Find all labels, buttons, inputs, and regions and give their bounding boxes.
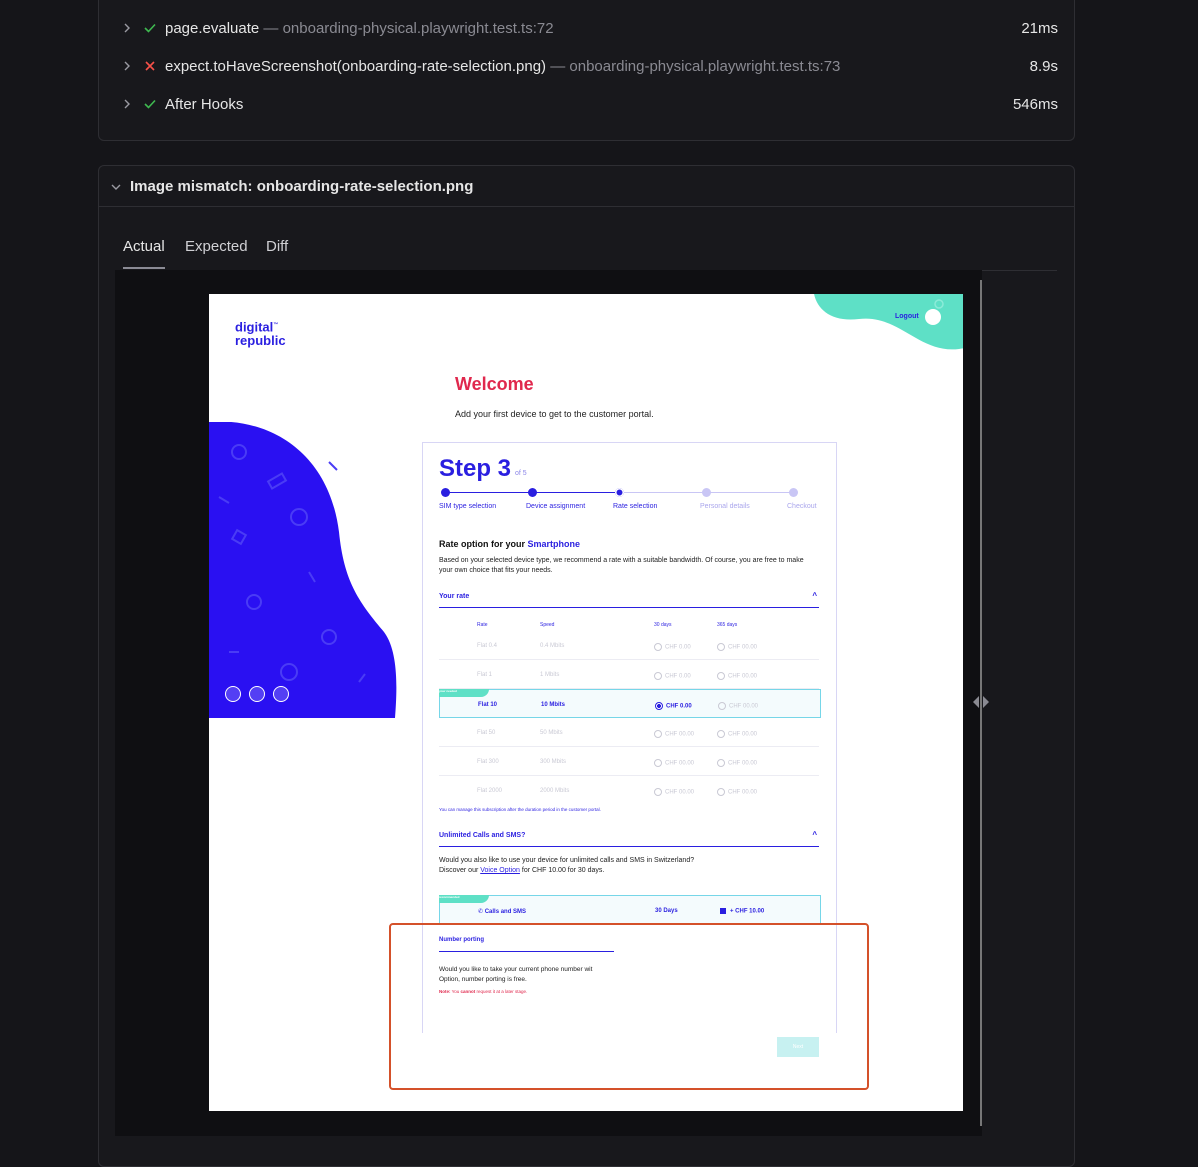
chevron-down-icon[interactable] (110, 181, 122, 193)
step-duration: 546ms (1012, 95, 1058, 113)
globe-icon[interactable] (225, 686, 241, 702)
column-header: Speed (540, 622, 555, 628)
your-rate-accordion[interactable]: Your rate ^ (439, 591, 819, 608)
check-icon (144, 23, 156, 33)
rate-row[interactable]: Flat 300 300 Mbits CHF 00.00 CHF 00.00 (439, 747, 819, 776)
progress-dot (789, 488, 798, 497)
step-row[interactable]: expect.toHaveScreenshot(onboarding-rate-… (99, 51, 1074, 81)
rate-row[interactable]: Flat 0.4 0.4 Mbits CHF 0.00 CHF 00.00 (439, 631, 819, 660)
chat-icon[interactable] (273, 686, 289, 702)
radio-button[interactable] (718, 702, 726, 710)
progress-dot (441, 488, 450, 497)
rate-row[interactable]: Flat 2000 2000 Mbits CHF 00.00 CHF 00.00 (439, 776, 819, 804)
calls-accordion[interactable]: Unlimited Calls and SMS? ^ (439, 830, 819, 847)
step-title: After Hooks (165, 95, 244, 113)
decorative-blob (209, 422, 397, 718)
step-row[interactable]: After Hooks 546ms (99, 89, 1074, 119)
step-title: expect.toHaveScreenshot(onboarding-rate-… (165, 57, 841, 75)
image-tabs: Actual Expected Diff (115, 228, 1057, 271)
image-viewer: digital™ republic Logout Welcome Add you… (115, 270, 989, 1136)
chevron-up-icon[interactable]: ^ (812, 591, 817, 600)
progress-label: Device assignment (526, 503, 586, 510)
step-count: of 5 (515, 470, 527, 477)
rate-row-selected[interactable]: your needed Flat 10 10 Mbits CHF 0.00 CHF… (439, 689, 821, 718)
progress-label: Rate selection (613, 503, 658, 510)
phone-icon: ✆ (478, 909, 485, 915)
footer-icons (225, 686, 289, 702)
radio-button[interactable] (717, 730, 725, 738)
rate-description: Based on your selected device type, we r… (439, 557, 804, 574)
progress-dot (528, 488, 537, 497)
rate-row[interactable]: Flat 11 Mbits CHF 0.00 CHF 00.00 (439, 660, 819, 689)
tab-expected[interactable]: Expected (185, 238, 248, 267)
help-icon[interactable] (249, 686, 265, 702)
progress-label: Checkout (787, 503, 817, 510)
checkbox-checked[interactable] (720, 908, 726, 914)
step-duration: 21ms (1021, 19, 1058, 37)
mismatch-header[interactable]: Image mismatch: onboarding-rate-selectio… (99, 166, 1074, 207)
recommended-badge: your needed (439, 689, 489, 697)
progress-dot (615, 488, 624, 497)
radio-button[interactable] (654, 730, 662, 738)
radio-button[interactable] (654, 788, 662, 796)
rate-heading: Rate option for your Smartphone (439, 539, 581, 549)
tab-diff[interactable]: Diff (266, 238, 288, 267)
chevron-up-icon[interactable]: ^ (812, 830, 817, 839)
step-title: page.evaluate — onboarding-physical.play… (165, 19, 554, 37)
brand-logo[interactable]: digital™ republic (235, 318, 286, 348)
column-header: Rate (477, 622, 488, 628)
page-title: Welcome (455, 374, 534, 394)
chevron-right-icon[interactable] (121, 98, 133, 110)
chevron-right-icon[interactable] (121, 60, 133, 72)
radio-button[interactable] (717, 759, 725, 767)
slider-handle-icon[interactable] (970, 694, 992, 710)
progress-dot (702, 488, 711, 497)
chevron-right-icon[interactable] (121, 22, 133, 34)
logout-link[interactable]: Logout (895, 313, 919, 320)
radio-button[interactable] (717, 672, 725, 680)
voice-option-link[interactable]: Voice Option (480, 867, 520, 874)
image-mismatch-panel: Image mismatch: onboarding-rate-selectio… (98, 165, 1075, 1167)
step-duration: 8.9s (1029, 57, 1058, 75)
step-row[interactable]: page.evaluate — onboarding-physical.play… (99, 13, 1074, 43)
check-icon (144, 99, 156, 109)
calls-description: Would you also like to use your device f… (439, 857, 695, 874)
recommended-badge: recommended (439, 895, 489, 903)
progress-label: Personal details (700, 503, 750, 510)
logout-icon[interactable] (925, 309, 941, 325)
radio-button[interactable] (654, 672, 662, 680)
test-steps-panel: page.evaluate — onboarding-physical.play… (98, 0, 1075, 141)
progress-label: SIM type selection (439, 503, 497, 510)
cross-icon (145, 61, 155, 71)
step-title: Step 3 (439, 455, 512, 482)
calls-sms-option[interactable]: recommended ✆ Calls and SMS 30 Days + CH… (439, 895, 821, 925)
rate-note: You can manage this subscription after t… (439, 807, 601, 812)
radio-button[interactable] (717, 788, 725, 796)
page-subtitle: Add your first device to get to the cust… (455, 409, 654, 419)
decorative-blob (814, 294, 963, 350)
column-header: 365 days (717, 622, 738, 628)
tab-actual[interactable]: Actual (123, 238, 165, 269)
radio-button[interactable] (717, 643, 725, 651)
radio-button[interactable] (654, 643, 662, 651)
radio-button[interactable] (654, 759, 662, 767)
radio-button-selected[interactable] (655, 702, 663, 710)
mismatch-title: Image mismatch: onboarding-rate-selectio… (130, 177, 474, 195)
mismatch-highlight (389, 923, 869, 1090)
column-header: 30 days (654, 622, 672, 628)
rate-row[interactable]: Flat 50 50 Mbits CHF 00.00 CHF 00.00 (439, 718, 819, 747)
